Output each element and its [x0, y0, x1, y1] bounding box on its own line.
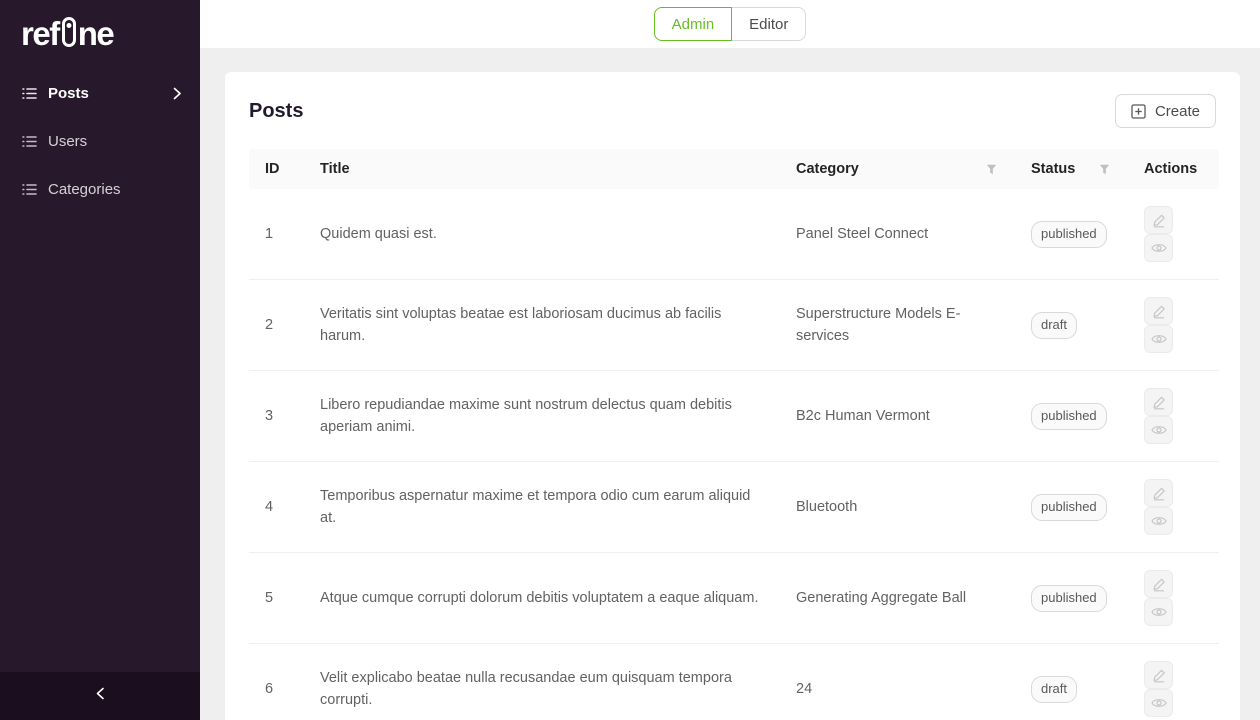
column-header-title: Title	[304, 149, 780, 189]
show-button[interactable]	[1144, 689, 1173, 717]
cell-actions	[1128, 371, 1219, 462]
cell-title: Veritatis sint voluptas beatae est labor…	[304, 280, 780, 371]
cell-actions	[1128, 280, 1219, 371]
cell-title: Velit explicabo beatae nulla recusandae …	[304, 644, 780, 720]
show-button[interactable]	[1144, 598, 1173, 626]
cell-title: Libero repudiandae maxime sunt nostrum d…	[304, 371, 780, 462]
column-header-label: Status	[1031, 161, 1075, 177]
cell-status: published	[1015, 189, 1128, 280]
cell-category: B2c Human Vermont	[780, 371, 1015, 462]
logo-i-glyph	[62, 17, 76, 47]
sidebar: ref ne Posts Users Categories	[0, 0, 200, 720]
show-button[interactable]	[1144, 234, 1173, 262]
sidebar-item-users[interactable]: Users	[0, 117, 200, 165]
logo-text-suffix: ne	[78, 17, 114, 50]
create-button[interactable]: Create	[1115, 94, 1216, 128]
column-header-label: Category	[796, 161, 859, 177]
edit-button[interactable]	[1144, 388, 1173, 416]
filter-icon[interactable]	[984, 162, 999, 177]
sidebar-item-label: Users	[48, 133, 87, 150]
cell-category: Generating Aggregate Ball	[780, 553, 1015, 644]
cell-status: draft	[1015, 280, 1128, 371]
main-area: Admin Editor Posts Create ID T	[200, 0, 1260, 720]
show-button[interactable]	[1144, 325, 1173, 353]
cell-id: 6	[249, 644, 304, 720]
posts-card: Posts Create ID Title Cat	[225, 72, 1240, 720]
table-row: 4 Temporibus aspernatur maxime et tempor…	[249, 462, 1219, 553]
cell-status: published	[1015, 462, 1128, 553]
column-header-actions: Actions	[1128, 149, 1219, 189]
edit-button[interactable]	[1144, 661, 1173, 689]
cell-id: 1	[249, 189, 304, 280]
show-button[interactable]	[1144, 416, 1173, 444]
filter-icon[interactable]	[1097, 162, 1112, 177]
status-badge: draft	[1031, 676, 1077, 703]
column-header-status: Status	[1015, 149, 1128, 189]
logo-text-prefix: ref	[21, 17, 59, 50]
cell-status: draft	[1015, 644, 1128, 720]
collapse-sidebar-button[interactable]	[0, 672, 200, 720]
show-button[interactable]	[1144, 507, 1173, 535]
cell-title: Quidem quasi est.	[304, 189, 780, 280]
plus-square-icon	[1131, 104, 1146, 119]
cell-actions	[1128, 462, 1219, 553]
cell-actions	[1128, 644, 1219, 720]
cell-id: 3	[249, 371, 304, 462]
page-title: Posts	[249, 100, 303, 123]
column-header-category: Category	[780, 149, 1015, 189]
status-badge: draft	[1031, 312, 1077, 339]
sidebar-item-posts[interactable]: Posts	[0, 69, 200, 117]
table-header-row: ID Title Category S	[249, 149, 1219, 189]
status-badge: published	[1031, 585, 1107, 612]
cell-category: Superstructure Models E-services	[780, 280, 1015, 371]
cell-actions	[1128, 553, 1219, 644]
create-button-label: Create	[1155, 103, 1200, 120]
cell-id: 5	[249, 553, 304, 644]
table-row: 1 Quidem quasi est. Panel Steel Connect …	[249, 189, 1219, 280]
card-header: Posts Create	[249, 94, 1216, 128]
chevron-left-icon	[96, 687, 105, 705]
sidebar-item-label: Posts	[48, 85, 89, 102]
table-row: 3 Libero repudiandae maxime sunt nostrum…	[249, 371, 1219, 462]
role-switcher: Admin Editor	[654, 7, 807, 41]
role-editor-button[interactable]: Editor	[731, 7, 806, 41]
cell-status: published	[1015, 371, 1128, 462]
sidebar-item-categories[interactable]: Categories	[0, 165, 200, 213]
edit-button[interactable]	[1144, 479, 1173, 507]
table-row: 5 Atque cumque corrupti dolorum debitis …	[249, 553, 1219, 644]
unordered-list-icon	[22, 183, 37, 196]
cell-category: 24	[780, 644, 1015, 720]
status-badge: published	[1031, 403, 1107, 430]
cell-id: 4	[249, 462, 304, 553]
cell-title: Temporibus aspernatur maxime et tempora …	[304, 462, 780, 553]
table-row: 6 Velit explicabo beatae nulla recusanda…	[249, 644, 1219, 720]
cell-title: Atque cumque corrupti dolorum debitis vo…	[304, 553, 780, 644]
unordered-list-icon	[22, 135, 37, 148]
sidebar-menu: Posts Users Categories	[0, 52, 200, 213]
cell-id: 2	[249, 280, 304, 371]
cell-category: Panel Steel Connect	[780, 189, 1015, 280]
table-row: 2 Veritatis sint voluptas beatae est lab…	[249, 280, 1219, 371]
role-admin-button[interactable]: Admin	[654, 7, 733, 41]
cell-category: Bluetooth	[780, 462, 1015, 553]
edit-button[interactable]	[1144, 297, 1173, 325]
sidebar-item-label: Categories	[48, 181, 121, 198]
topbar: Admin Editor	[200, 0, 1260, 48]
edit-button[interactable]	[1144, 206, 1173, 234]
edit-button[interactable]	[1144, 570, 1173, 598]
chevron-right-icon	[173, 87, 182, 100]
column-header-id: ID	[249, 149, 304, 189]
refine-logo: ref ne	[0, 0, 200, 52]
cell-status: published	[1015, 553, 1128, 644]
posts-table: ID Title Category S	[249, 149, 1219, 720]
unordered-list-icon	[22, 87, 37, 100]
status-badge: published	[1031, 221, 1107, 248]
status-badge: published	[1031, 494, 1107, 521]
content-area: Posts Create ID Title Cat	[200, 48, 1260, 720]
cell-actions	[1128, 189, 1219, 280]
